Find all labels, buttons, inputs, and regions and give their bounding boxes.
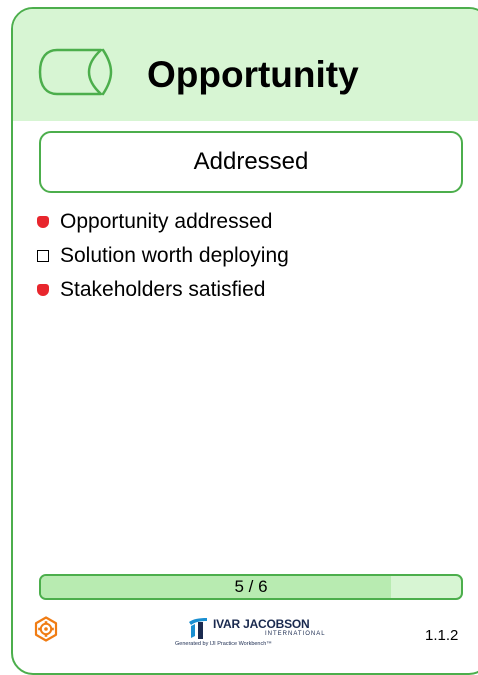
logo-name: IVAR JACOBSON bbox=[213, 617, 310, 631]
card-header: Opportunity bbox=[13, 9, 478, 121]
checklist-item-label: Opportunity addressed bbox=[60, 210, 273, 233]
logo-generated-by: Generated by IJI Practice Workbench™ bbox=[175, 641, 272, 647]
checked-bullet-icon bbox=[37, 216, 49, 228]
state-name-label: Addressed bbox=[193, 148, 309, 175]
logo-subtitle: INTERNATIONAL bbox=[265, 631, 326, 637]
ivar-jacobson-logo: IVAR JACOBSON INTERNATIONAL Generated by… bbox=[173, 616, 333, 650]
state-name: Addressed bbox=[39, 131, 463, 193]
state-progress-bar: 5 / 6 bbox=[39, 574, 463, 600]
hexagon-gear-icon bbox=[34, 616, 58, 642]
progress-label: 5 / 6 bbox=[234, 577, 268, 596]
version-label: 1.1.2 bbox=[425, 627, 459, 644]
ivar-jacobson-logo-mark bbox=[189, 618, 207, 639]
checklist-item-label: Solution worth deploying bbox=[60, 244, 289, 267]
alpha-card-icon bbox=[38, 48, 113, 96]
card-title: Opportunity bbox=[147, 54, 359, 95]
checklist-item: Opportunity addressed bbox=[37, 205, 289, 239]
checklist-item-label: Stakeholders satisfied bbox=[60, 278, 266, 301]
checked-bullet-icon bbox=[37, 284, 49, 296]
checklist: Opportunity addressed Solution worth dep… bbox=[37, 205, 289, 307]
checklist-item: Solution worth deploying bbox=[37, 239, 289, 273]
checklist-item: Stakeholders satisfied bbox=[37, 273, 289, 307]
alpha-state-card: Opportunity Addressed Opportunity addres… bbox=[11, 7, 478, 675]
unchecked-box-icon bbox=[37, 250, 49, 262]
